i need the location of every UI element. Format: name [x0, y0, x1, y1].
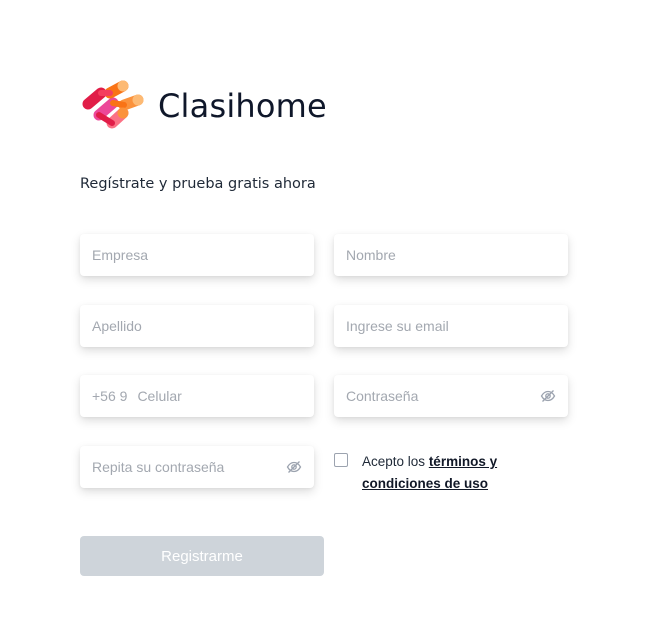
terms-checkbox[interactable] [334, 453, 348, 467]
name-field[interactable] [334, 234, 568, 276]
company-field[interactable] [80, 234, 314, 276]
repeat-password-input[interactable] [92, 459, 280, 475]
phone-input[interactable] [137, 388, 302, 404]
password-field[interactable] [334, 375, 568, 417]
repeat-password-field[interactable] [80, 446, 314, 488]
brand-logo: Clasihome [79, 80, 327, 132]
form-subtitle: Regístrate y prueba gratis ahora [80, 176, 316, 192]
eye-off-icon[interactable] [540, 388, 556, 404]
email-field[interactable] [334, 305, 568, 347]
password-input[interactable] [346, 388, 534, 404]
name-input[interactable] [346, 247, 556, 263]
lastname-input[interactable] [92, 318, 302, 334]
terms-agreement: Acepto los términos y condiciones de uso [334, 451, 512, 495]
phone-field[interactable]: +56 9 [80, 375, 314, 417]
company-input[interactable] [92, 247, 302, 263]
eye-off-icon[interactable] [286, 459, 302, 475]
email-input[interactable] [346, 318, 556, 334]
register-button[interactable]: Registrarme [80, 536, 324, 576]
terms-prefix: Acepto los [362, 454, 426, 469]
brand-name: Clasihome [158, 87, 327, 125]
terms-text: Acepto los términos y condiciones de uso [362, 451, 512, 495]
phone-prefix: +56 9 [92, 388, 128, 404]
lastname-field[interactable] [80, 305, 314, 347]
clasihome-logo-icon [82, 80, 144, 129]
